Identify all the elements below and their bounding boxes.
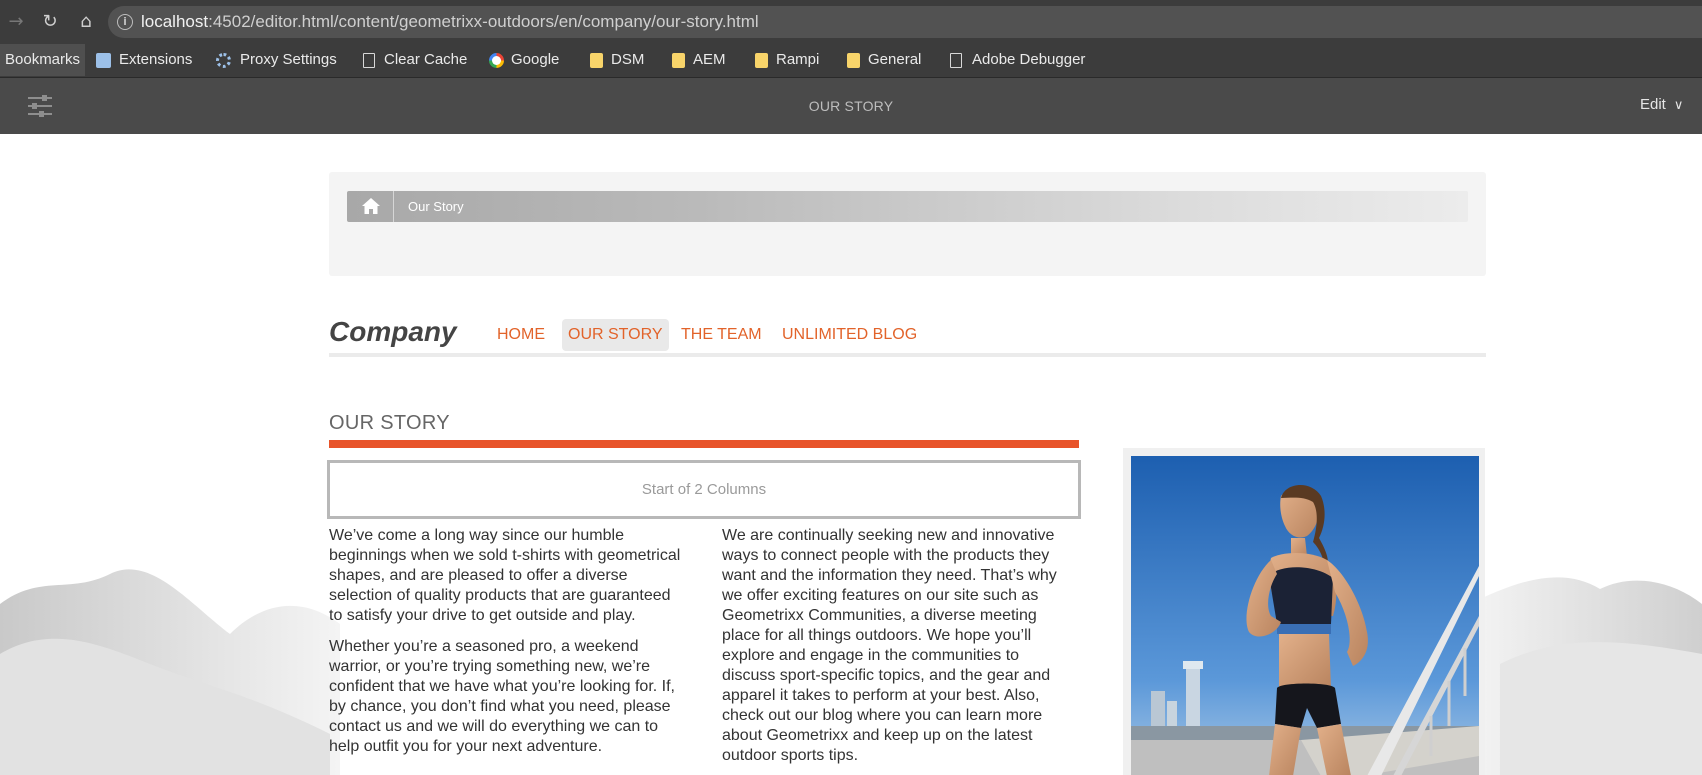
runner-photo xyxy=(1131,456,1479,775)
nav-unlimited-blog[interactable]: UNLIMITED BLOG xyxy=(776,319,923,351)
breadcrumb-current[interactable]: Our Story xyxy=(408,199,464,214)
folder-icon xyxy=(847,53,860,68)
chevron-down-icon: ∨ xyxy=(1673,98,1684,113)
bookmark-proxy-settings[interactable]: Proxy Settings xyxy=(240,44,337,76)
info-icon[interactable]: i xyxy=(117,14,133,30)
address-bar[interactable]: i localhost:4502/editor.html/content/geo… xyxy=(108,6,1702,38)
breadcrumb-home[interactable] xyxy=(347,191,394,222)
breadcrumb-container: Our Story xyxy=(329,172,1486,276)
gear-icon xyxy=(216,53,231,68)
paragraph: We are continually seeking new and innov… xyxy=(722,527,1057,764)
back-arrow-icon[interactable]: → xyxy=(4,10,28,34)
paragraph: Whether you’re a seasoned pro, a weekend… xyxy=(329,638,675,755)
bookmark-google[interactable]: Google xyxy=(511,44,559,76)
home-icon[interactable]: ⌂ xyxy=(74,10,98,34)
column-control-placeholder[interactable]: Start of 2 Columns xyxy=(327,460,1081,519)
nav-the-team[interactable]: THE TEAM xyxy=(675,319,768,351)
bookmark-adobe-debugger[interactable]: Adobe Debugger xyxy=(972,44,1085,76)
breadcrumb: Our Story xyxy=(347,191,1468,222)
mode-label: Edit xyxy=(1640,96,1666,113)
image-component[interactable] xyxy=(1123,448,1485,775)
bookmark-dsm[interactable]: DSM xyxy=(611,44,644,76)
google-icon xyxy=(489,53,504,68)
bookmark-extensions[interactable]: Extensions xyxy=(119,44,192,76)
folder-icon xyxy=(755,53,768,68)
section-heading: OUR STORY xyxy=(329,412,450,434)
browser-toolbar: → ↻ ⌂ i localhost:4502/editor.html/conte… xyxy=(0,0,1702,44)
mode-selector[interactable]: Edit ∨ xyxy=(1640,96,1683,113)
bookmarks-bar: Bookmarks Extensions Proxy Settings Clea… xyxy=(0,44,1702,78)
editor-toolbar: OUR STORY Edit ∨ xyxy=(0,78,1702,134)
brand-title: Company xyxy=(329,316,457,347)
page-icon xyxy=(950,53,962,68)
bookmark-general[interactable]: General xyxy=(868,44,921,76)
folder-icon xyxy=(590,53,603,68)
bookmark-bookmarks[interactable]: Bookmarks xyxy=(0,44,86,76)
page-canvas: Our Story Company HOME OUR STORY THE TEA… xyxy=(0,134,1702,775)
paragraph: We’ve come a long way since our humble b… xyxy=(329,527,681,624)
reload-icon[interactable]: ↻ xyxy=(38,10,62,34)
bookmark-rampi[interactable]: Rampi xyxy=(776,44,819,76)
puzzle-icon xyxy=(96,53,111,68)
page-title: OUR STORY xyxy=(808,98,894,114)
text-column-left[interactable]: We’ve come a long way since our humble b… xyxy=(329,526,684,768)
folder-icon xyxy=(672,53,685,68)
home-icon xyxy=(362,198,380,214)
url-text[interactable]: localhost:4502/editor.html/content/geome… xyxy=(141,12,759,32)
heading-underline xyxy=(329,440,1079,448)
text-column-right[interactable]: We are continually seeking new and innov… xyxy=(722,526,1074,775)
nav-home[interactable]: HOME xyxy=(491,319,551,351)
page-icon xyxy=(363,53,375,68)
bookmark-clear-cache[interactable]: Clear Cache xyxy=(384,44,467,76)
nav-divider xyxy=(329,353,1486,357)
bookmark-aem[interactable]: AEM xyxy=(693,44,726,76)
nav-our-story[interactable]: OUR STORY xyxy=(562,319,669,351)
